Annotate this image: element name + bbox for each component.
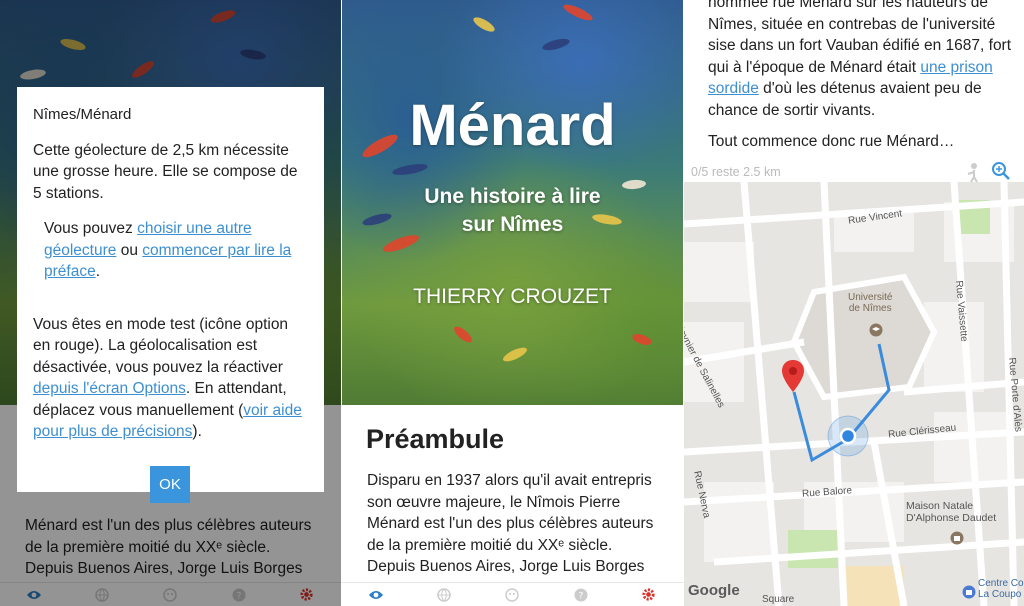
- tab-bar: ?: [342, 582, 683, 606]
- face-icon[interactable]: [504, 587, 520, 603]
- progress-status: 0/5 reste 2.5 km: [691, 165, 781, 179]
- map-streets: [684, 182, 1024, 606]
- dialog-choices: Vous pouvez choisir une autre géolecture…: [44, 220, 292, 280]
- university-icon: [869, 322, 883, 341]
- section-title: Préambule: [366, 424, 505, 454]
- map-label-square: Square: [762, 594, 795, 605]
- story-text: nommée rue Ménard sur les hauteurs de Nî…: [708, 0, 1012, 150]
- map-label-universite: Université de Nîmes: [848, 292, 893, 314]
- cover-subtitle: Une histoire à lire sur Nîmes: [424, 185, 601, 236]
- current-location-icon: [827, 415, 869, 461]
- dialog-title: Nîmes/Ménard: [33, 106, 132, 123]
- dialog-intro: Cette géolecture de 2,5 km nécessite une…: [33, 141, 298, 202]
- screen-dialog: Ménard est l'un des plus célèbres auteur…: [0, 0, 341, 606]
- shop-icon: [962, 584, 976, 603]
- body-text: Disparu en 1937 alors qu'il avait entrep…: [342, 466, 683, 582]
- map-label-centre: Centre Co La Coupo: [978, 578, 1024, 600]
- screen-cover: Ménard Une histoire à lire sur Nîmes THI…: [342, 0, 683, 606]
- options-link[interactable]: depuis l'écran Options: [33, 380, 186, 397]
- cover-title: Ménard: [409, 93, 616, 158]
- help-icon[interactable]: ?: [573, 587, 589, 603]
- map-label-maison: Maison Natale D'Alphonse Daudet: [906, 500, 997, 524]
- ok-button[interactable]: OK: [150, 466, 190, 503]
- eye-icon[interactable]: [368, 587, 384, 603]
- destination-pin-icon[interactable]: [782, 360, 804, 396]
- screen-map: nommée rue Ménard sur les hauteurs de Nî…: [684, 0, 1024, 606]
- google-logo: Google: [688, 582, 740, 599]
- globe-icon[interactable]: [436, 587, 452, 603]
- landmark-icon: [950, 530, 964, 549]
- map-view[interactable]: Rue Vincent Rue Meynier de Salinelles Un…: [684, 182, 1024, 606]
- dialog-test-mode: Vous êtes en mode test (icône option en …: [33, 315, 302, 441]
- info-dialog: Nîmes/Ménard Cette géolecture de 2,5 km …: [17, 87, 324, 503]
- gear-icon[interactable]: [641, 587, 657, 603]
- cover-author: THIERRY CROUZET: [413, 285, 612, 308]
- svg-text:?: ?: [578, 591, 583, 601]
